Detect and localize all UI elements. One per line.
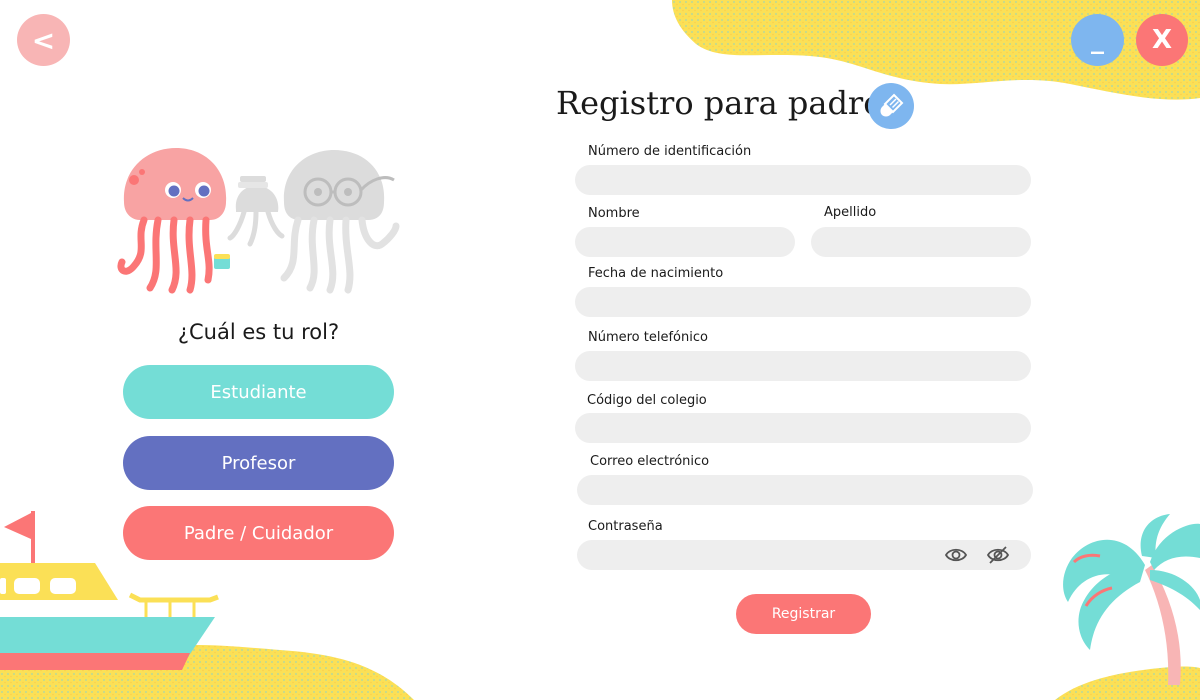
role-parent-button[interactable]: Padre / Cuidador	[123, 506, 394, 560]
id-number-input[interactable]	[575, 165, 1031, 195]
register-button[interactable]: Registrar	[736, 594, 871, 634]
last-name-label: Apellido	[824, 205, 877, 220]
eye-icon[interactable]	[944, 544, 968, 566]
school-code-input[interactable]	[575, 413, 1031, 443]
birth-date-label: Fecha de nacimiento	[588, 266, 724, 281]
email-input[interactable]	[577, 475, 1033, 505]
phone-label: Número telefónico	[588, 330, 708, 345]
role-teacher-button[interactable]: Profesor	[123, 436, 394, 490]
first-name-label: Nombre	[588, 206, 640, 221]
password-label: Contraseña	[588, 519, 663, 534]
form-title: Registro para padres	[556, 84, 899, 122]
jellyfish-illustration	[117, 148, 400, 294]
close-button[interactable]: X	[1136, 14, 1188, 66]
minimize-button[interactable]: _	[1071, 14, 1124, 66]
role-question: ¿Cuál es tu rol?	[177, 320, 340, 344]
role-student-button[interactable]: Estudiante	[123, 365, 394, 419]
palm-tree-illustration	[1063, 514, 1200, 685]
phone-input[interactable]	[575, 351, 1031, 381]
last-name-input[interactable]	[811, 227, 1031, 257]
school-code-label: Código del colegio	[587, 393, 707, 408]
id-number-label: Número de identificación	[588, 144, 752, 159]
first-name-input[interactable]	[575, 227, 795, 257]
birth-date-input[interactable]	[575, 287, 1031, 317]
eye-slash-icon[interactable]	[986, 544, 1010, 566]
paintbrush-icon	[868, 83, 914, 129]
back-button[interactable]: <	[17, 14, 70, 66]
email-label: Correo electrónico	[590, 454, 710, 469]
